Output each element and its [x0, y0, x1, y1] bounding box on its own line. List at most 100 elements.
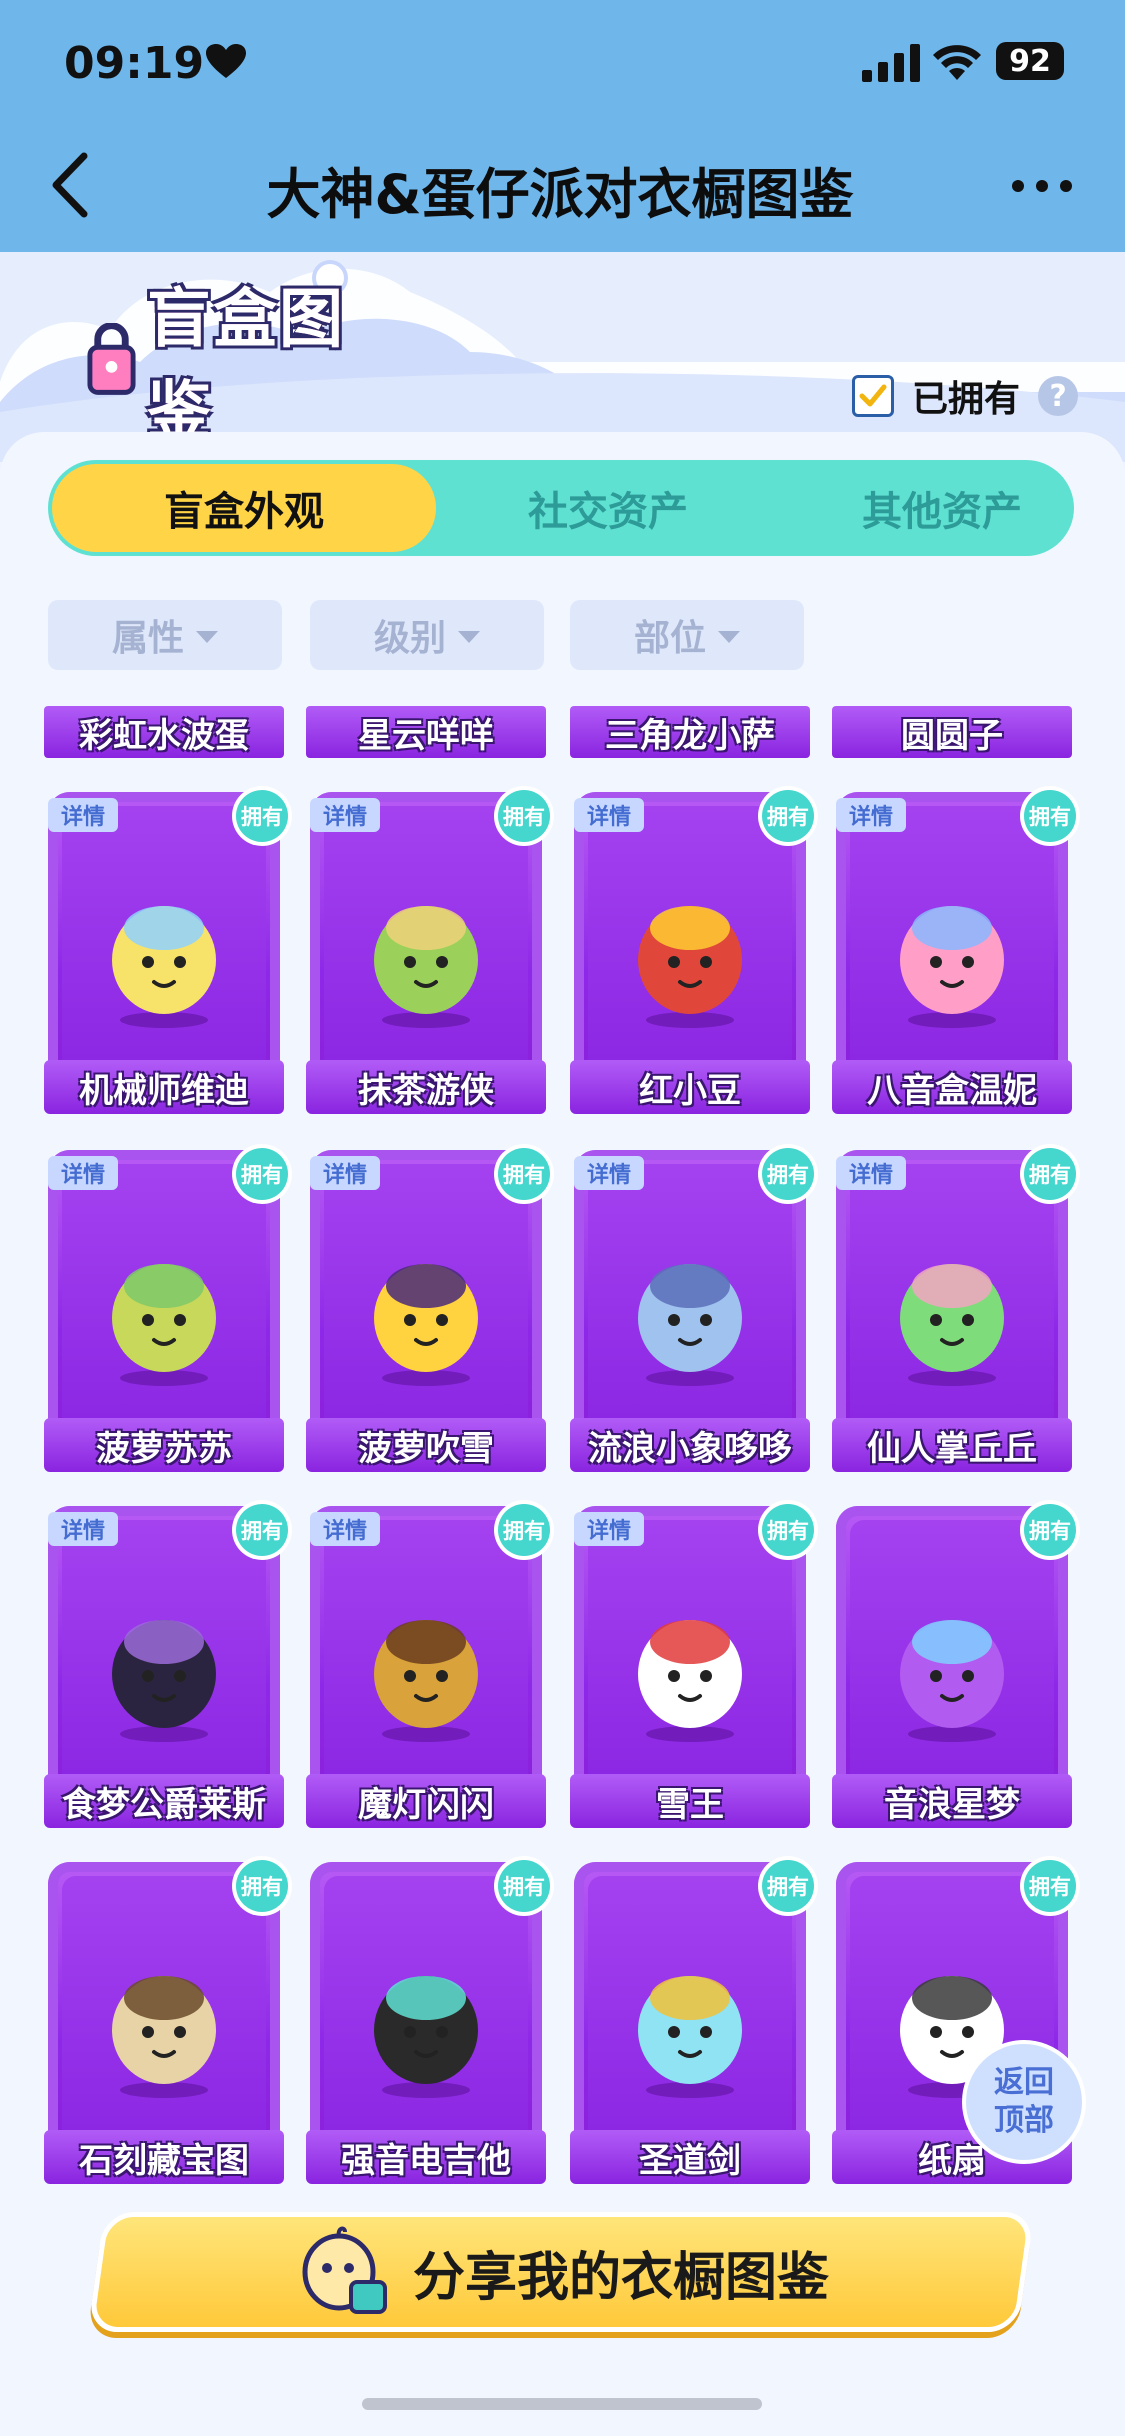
card-name: 菠萝苏苏	[44, 1418, 284, 1472]
detail-tag[interactable]: 详情	[836, 798, 906, 832]
battery-indicator: 92	[996, 42, 1064, 80]
item-artwork-icon	[900, 1620, 1004, 1742]
owned-badge: 拥有	[232, 786, 292, 846]
filter-part-label: 部位	[633, 618, 706, 659]
wifi-icon	[933, 45, 981, 80]
tab-blind-box-appearance[interactable]: 盲盒外观	[52, 464, 436, 552]
owned-badge-label: 拥有	[498, 1504, 550, 1556]
collection-card[interactable]: 拥有圣道剑	[570, 1856, 818, 2184]
more-icon[interactable]	[1010, 176, 1074, 196]
heart-icon	[206, 44, 246, 78]
tab-social-assets[interactable]: 社交资产	[428, 460, 788, 556]
collection-card[interactable]: 详情 拥有 魔灯闪闪	[306, 1500, 554, 1828]
collection-card[interactable]: 拥有音浪星梦	[832, 1500, 1080, 1828]
lock-box-icon	[87, 323, 136, 395]
back-to-top-button[interactable]: 返回 顶部	[962, 2040, 1086, 2164]
owned-badge: 拥有	[232, 1856, 292, 1916]
share-wardrobe-button[interactable]: 分享我的衣橱图鉴	[87, 2212, 1035, 2332]
item-artwork-icon	[112, 906, 216, 1028]
filter-attribute-label: 属性	[111, 618, 184, 659]
page-title: 大神&蛋仔派对衣橱图鉴	[266, 163, 854, 226]
detail-tag[interactable]: 详情	[574, 1156, 644, 1190]
detail-tag[interactable]: 详情	[310, 1156, 380, 1190]
card-name: 食梦公爵莱斯	[44, 1774, 284, 1828]
card-name: 红小豆	[570, 1060, 810, 1114]
owned-badge: 拥有	[1020, 1856, 1080, 1916]
owned-badge-label: 拥有	[498, 790, 550, 842]
owned-badge: 拥有	[758, 1856, 818, 1916]
card-name: 流浪小象哆哆	[570, 1418, 810, 1472]
collection-card[interactable]: 详情 拥有 菠萝苏苏	[44, 1144, 292, 1472]
caret-down-icon	[458, 631, 480, 643]
owned-badge-label: 拥有	[762, 790, 814, 842]
item-artwork-icon	[638, 1620, 742, 1742]
check-icon	[859, 384, 887, 407]
card-name-strip[interactable]: 彩虹水波蛋	[44, 706, 284, 758]
category-tabs: 盲盒外观 社交资产 其他资产	[48, 460, 1074, 556]
owned-checkbox[interactable]	[852, 375, 894, 417]
logo-text: 盲盒图鉴	[147, 283, 346, 449]
owned-badge: 拥有	[494, 1144, 554, 1204]
item-artwork-icon	[112, 1620, 216, 1742]
card-name: 音浪星梦	[832, 1774, 1072, 1828]
owned-badge-label: 拥有	[1024, 1148, 1076, 1200]
filter-level[interactable]: 级别	[310, 600, 544, 670]
detail-tag[interactable]: 详情	[836, 1156, 906, 1190]
owned-badge-label: 拥有	[762, 1860, 814, 1912]
detail-tag[interactable]: 详情	[310, 1512, 380, 1546]
owned-badge-label: 拥有	[498, 1148, 550, 1200]
owned-badge: 拥有	[1020, 786, 1080, 846]
collection-card[interactable]: 拥有 强音电吉他	[306, 1856, 554, 2184]
owned-badge-label: 拥有	[762, 1504, 814, 1556]
owned-badge: 拥有	[758, 1144, 818, 1204]
detail-tag[interactable]: 详情	[310, 798, 380, 832]
detail-tag[interactable]: 详情	[574, 1512, 644, 1546]
owned-badge-label: 拥有	[236, 1860, 288, 1912]
owned-badge-label: 拥有	[1024, 1504, 1076, 1556]
collection-card[interactable]: 详情 拥有 机械师维迪	[44, 786, 292, 1114]
collection-card[interactable]: 详情 拥有雪王	[570, 1500, 818, 1828]
card-name: 雪王	[570, 1774, 810, 1828]
collection-card[interactable]: 详情 拥有 仙人掌丘丘	[832, 1144, 1080, 1472]
card-name-strip[interactable]: 圆圆子	[832, 706, 1072, 758]
caret-down-icon	[196, 631, 218, 643]
collection-card[interactable]: 详情 拥有八音盒温妮	[832, 786, 1080, 1114]
collection-card[interactable]: 详情 拥有红小豆	[570, 786, 818, 1114]
owned-filter[interactable]: 已拥有 ?	[852, 370, 1079, 422]
item-artwork-icon	[900, 906, 1004, 1028]
card-name-strip[interactable]: 三角龙小萨	[570, 706, 810, 758]
card-name: 菠萝吹雪	[306, 1418, 546, 1472]
caret-down-icon	[718, 631, 740, 643]
card-name: 抹茶游侠	[306, 1060, 546, 1114]
card-name-strip[interactable]: 星云咩咩	[306, 706, 546, 758]
detail-tag[interactable]: 详情	[48, 1512, 118, 1546]
collection-card[interactable]: 详情 拥有菠萝吹雪	[306, 1144, 554, 1472]
card-name: 圣道剑	[570, 2130, 810, 2184]
card-name: 石刻藏宝图	[44, 2130, 284, 2184]
filter-attribute[interactable]: 属性	[48, 600, 282, 670]
detail-tag[interactable]: 详情	[574, 798, 644, 832]
detail-tag[interactable]: 详情	[48, 1156, 118, 1190]
item-artwork-icon	[112, 1976, 216, 2098]
detail-tag[interactable]: 详情	[48, 798, 118, 832]
collection-card[interactable]: 详情 拥有抹茶游侠	[306, 786, 554, 1114]
back-to-top-line2: 顶部	[994, 2103, 1054, 2138]
status-time: 09:19	[64, 38, 205, 89]
card-name: 八音盒温妮	[832, 1060, 1072, 1114]
filter-part[interactable]: 部位	[570, 600, 804, 670]
item-artwork-icon	[374, 1620, 478, 1742]
collection-card[interactable]: 详情 拥有 食梦公爵莱斯	[44, 1500, 292, 1828]
item-artwork-icon	[374, 1264, 478, 1386]
collection-card[interactable]: 拥有石刻藏宝图	[44, 1856, 292, 2184]
card-name: 强音电吉他	[306, 2130, 546, 2184]
owned-badge: 拥有	[494, 1500, 554, 1560]
owned-badge: 拥有	[758, 786, 818, 846]
help-icon[interactable]: ?	[1038, 376, 1079, 416]
item-artwork-icon	[900, 1264, 1004, 1386]
collection-card[interactable]: 详情 拥有流浪小象哆哆	[570, 1144, 818, 1472]
tab-other-assets[interactable]: 其他资产	[772, 460, 1112, 556]
back-arrow-icon[interactable]	[46, 150, 96, 220]
owned-badge-label: 拥有	[236, 790, 288, 842]
egg-mascot-icon	[302, 2226, 387, 2314]
owned-badge-label: 拥有	[762, 1148, 814, 1200]
